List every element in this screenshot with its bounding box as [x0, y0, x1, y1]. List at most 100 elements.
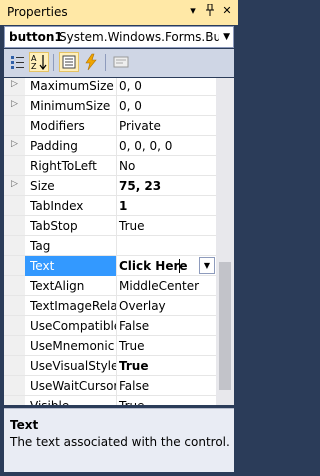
toolbar-separator — [53, 54, 54, 71]
property-row[interactable]: ▷ Padding 0, 0, 0, 0 — [4, 136, 216, 156]
column-divider — [116, 276, 117, 296]
toolbar-separator — [105, 54, 106, 71]
property-row[interactable]: UseMnemonic True — [4, 336, 216, 356]
property-name: Tag — [30, 239, 51, 253]
property-value: Private — [119, 119, 161, 133]
property-row[interactable]: ▷ Size 75, 23 — [4, 176, 216, 196]
expand-arrow-icon[interactable]: ▷ — [11, 99, 18, 109]
property-name: UseMnemonic — [30, 339, 115, 353]
svg-text:Z: Z — [31, 62, 37, 71]
property-row[interactable]: Text Click Here ▼ — [4, 256, 216, 276]
column-divider — [116, 296, 117, 316]
chevron-down-icon: ▼ — [203, 261, 211, 270]
property-name: MaximumSize — [30, 79, 114, 93]
categorized-icon — [11, 56, 24, 69]
property-name: Padding — [30, 139, 78, 153]
expand-arrow-icon[interactable]: ▷ — [11, 139, 18, 149]
property-value: 1 — [119, 199, 128, 213]
property-row[interactable]: TextAlign MiddleCenter — [4, 276, 216, 296]
property-value: False — [119, 379, 150, 393]
property-value: Overlay — [119, 299, 166, 313]
expand-arrow-icon[interactable]: ▷ — [11, 79, 18, 89]
description-title: Text — [10, 418, 39, 432]
property-value[interactable]: Click Here — [119, 259, 188, 273]
column-divider — [116, 336, 117, 356]
title-bar: Properties ▾ ✕ — [0, 0, 238, 25]
categorized-button[interactable] — [8, 52, 28, 72]
property-name: TextImageRelati — [30, 299, 116, 313]
column-divider — [116, 376, 117, 396]
alphabetical-icon: A Z — [31, 54, 47, 71]
property-row[interactable]: TabStop True — [4, 216, 216, 236]
column-divider — [116, 256, 117, 276]
events-button[interactable] — [81, 52, 101, 72]
property-value: True — [119, 359, 149, 373]
close-icon[interactable]: ✕ — [220, 4, 234, 18]
description-pane: Text The text associated with the contro… — [4, 408, 234, 472]
property-name: MinimumSize — [30, 99, 111, 113]
column-divider — [116, 316, 117, 336]
vertical-scrollbar[interactable] — [216, 78, 234, 405]
property-row[interactable]: UseWaitCursor False — [4, 376, 216, 396]
property-name: TabStop — [30, 219, 78, 233]
properties-icon — [62, 55, 76, 69]
property-name: TextAlign — [30, 279, 85, 293]
property-value: 0, 0 — [119, 99, 142, 113]
window-title: Properties — [7, 5, 68, 19]
property-value: True — [119, 399, 145, 405]
expand-arrow-icon[interactable]: ▷ — [11, 179, 18, 189]
property-value: MiddleCenter — [119, 279, 200, 293]
object-name: button1 — [9, 30, 63, 44]
dropdown-arrow-icon[interactable]: ▾ — [186, 4, 200, 18]
alphabetical-button[interactable]: A Z — [29, 52, 49, 72]
chevron-down-icon[interactable]: ▼ — [223, 32, 230, 42]
column-divider — [116, 196, 117, 216]
property-row[interactable]: RightToLeft No — [4, 156, 216, 176]
property-row[interactable]: Tag — [4, 236, 216, 256]
property-row[interactable]: ▷ MaximumSize 0, 0 — [4, 78, 216, 96]
column-divider — [116, 176, 117, 196]
property-name: Visible — [30, 399, 116, 405]
property-value: True — [119, 339, 145, 353]
events-icon — [85, 53, 97, 71]
column-divider — [116, 156, 117, 176]
property-row[interactable]: UseCompatibleTFalse — [4, 316, 216, 336]
column-divider — [116, 356, 117, 376]
property-value: 75, 23 — [119, 179, 162, 193]
properties-button[interactable] — [59, 52, 79, 72]
property-value: 0, 0, 0, 0 — [119, 139, 173, 153]
property-row[interactable]: TextImageRelatiOverlay — [4, 296, 216, 316]
property-name: RightToLeft — [30, 159, 97, 173]
property-pages-button — [111, 52, 131, 72]
property-row[interactable]: VisibleTrue — [4, 396, 216, 405]
text-caret — [179, 259, 180, 273]
property-row[interactable]: ▷ MinimumSize 0, 0 — [4, 96, 216, 116]
description-text: The text associated with the control. — [10, 435, 230, 449]
column-divider — [116, 136, 117, 156]
property-name: Text — [30, 259, 55, 273]
property-name: UseWaitCursor — [30, 379, 116, 393]
property-value: No — [119, 159, 136, 173]
column-divider — [116, 96, 117, 116]
scrollbar-thumb[interactable] — [219, 262, 231, 390]
property-row[interactable]: UseVisualStyleBaTrue — [4, 356, 216, 376]
column-divider — [116, 236, 117, 256]
property-name: TabIndex — [30, 199, 84, 213]
property-grid: ▷ MaximumSize 0, 0 ▷ MinimumSize 0, 0 Modifier… — [4, 78, 234, 405]
property-name: UseVisualStyleBa — [30, 359, 116, 373]
column-divider — [116, 216, 117, 236]
property-row[interactable]: Modifiers Private — [4, 116, 216, 136]
property-value: False — [119, 319, 150, 333]
property-name: Modifiers — [30, 119, 85, 133]
property-name: UseCompatibleT — [30, 319, 116, 333]
properties-toolbar: A Z — [4, 49, 234, 77]
column-divider — [116, 78, 117, 96]
property-row[interactable]: TabIndex 1 — [4, 196, 216, 216]
object-selector[interactable]: button1 System.Windows.Forms.Butto ▼ — [4, 26, 234, 48]
column-divider — [116, 116, 117, 136]
property-name: Size — [30, 179, 55, 193]
pin-icon[interactable] — [203, 3, 217, 18]
column-divider — [116, 396, 117, 405]
value-dropdown-button[interactable]: ▼ — [199, 257, 215, 274]
property-value: 0, 0 — [119, 79, 142, 93]
